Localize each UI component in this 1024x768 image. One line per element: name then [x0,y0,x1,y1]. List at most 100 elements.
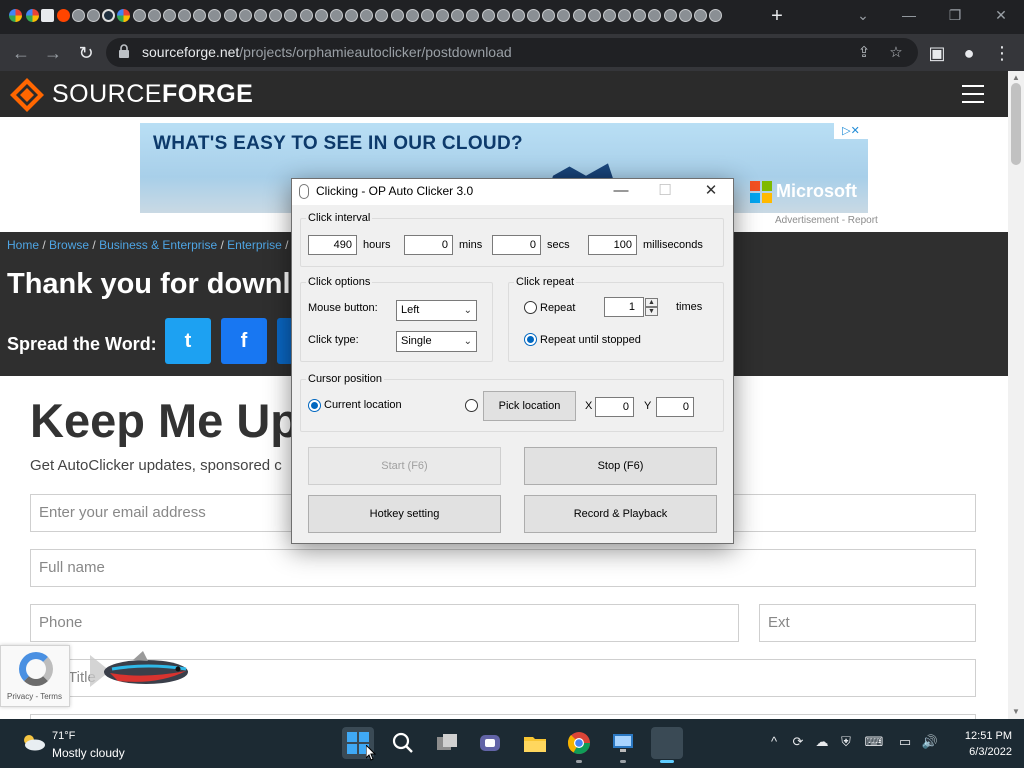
tab-reddit-icon[interactable] [57,9,70,22]
tab-page-icon[interactable] [178,9,191,22]
close-window-button[interactable]: ✕ [986,4,1016,26]
tab-page-icon[interactable] [527,9,540,22]
tab-page-icon[interactable] [603,9,616,22]
system-clock[interactable]: 12:51 PM 6/3/2022 [944,728,1012,760]
tab-search-icon[interactable]: ⌄ [848,4,878,26]
tab-page-icon[interactable] [330,9,343,22]
dialog-close-button[interactable]: ✕ [688,179,734,205]
breadcrumb-home[interactable]: Home [7,238,39,252]
weather-description[interactable]: Mostly cloudy [52,746,125,760]
remote-desktop-icon[interactable] [607,727,639,763]
x-coordinate-input[interactable]: 0 [595,397,634,417]
chrome-icon[interactable] [563,727,595,763]
ad-note[interactable]: Advertisement - Report [775,215,878,226]
tab-page-icon[interactable] [618,9,631,22]
bookmark-star-icon[interactable]: ☆ [886,43,906,63]
new-tab-button[interactable]: + [766,5,788,27]
tab-page-icon[interactable] [345,9,358,22]
show-hidden-icons-chevron-icon[interactable]: ^ [764,734,784,749]
sourceforge-logo-icon[interactable] [9,77,45,113]
tab-page-icon[interactable] [163,9,176,22]
tab-page-icon[interactable] [254,9,267,22]
record-playback-button[interactable]: Record & Playback [524,495,717,533]
tab-page-icon[interactable] [148,9,161,22]
y-coordinate-input[interactable]: 0 [656,397,694,417]
maximize-button[interactable]: ❐ [940,4,970,26]
file-explorer-icon[interactable] [519,727,551,759]
twitter-share-button[interactable]: t [165,318,211,364]
hamburger-menu-icon[interactable] [962,85,984,103]
cloud-offline-icon[interactable]: ☁ [812,734,832,750]
share-icon[interactable]: ⇪ [854,43,874,63]
tab-google-icon[interactable] [26,9,39,22]
tab-page-icon[interactable] [664,9,677,22]
tab-google-icon[interactable] [9,9,22,22]
hours-input[interactable]: 490 [308,235,357,255]
minimize-button[interactable]: — [894,4,924,26]
tab-page-icon[interactable] [87,9,100,22]
defender-shield-icon[interactable]: ⛨ [836,734,856,750]
auto-clicker-taskbar-icon[interactable] [651,727,683,763]
volume-icon[interactable]: 🔊 [920,734,940,750]
tab-page-icon[interactable] [208,9,221,22]
ext-field[interactable]: Ext [759,604,976,642]
search-icon[interactable] [387,727,419,759]
stop-button[interactable]: Stop (F6) [524,447,717,485]
tab-v-icon[interactable] [41,9,54,22]
side-panel-icon[interactable]: ▣ [924,40,950,66]
tab-page-icon[interactable] [133,9,146,22]
tab-page-icon[interactable] [588,9,601,22]
breadcrumb-browse[interactable]: Browse [49,238,89,252]
tab-page-icon[interactable] [709,9,722,22]
forward-icon[interactable]: → [40,40,66,66]
scrollbar-thumb[interactable] [1011,83,1021,165]
tab-page-icon[interactable] [300,9,313,22]
tab-page-icon[interactable] [315,9,328,22]
repeat-radio[interactable] [524,301,537,314]
menu-kebab-icon[interactable]: ⋮ [989,40,1015,66]
task-view-icon[interactable] [431,727,463,759]
milliseconds-input[interactable]: 100 [588,235,637,255]
breadcrumb-business[interactable]: Business & Enterprise [99,238,217,252]
recaptcha-badge[interactable]: Privacy - Terms [0,645,70,707]
tab-page-icon[interactable] [542,9,555,22]
site-logo-text[interactable]: SOURCEFORGE [52,80,253,109]
current-location-radio[interactable] [308,399,321,412]
address-bar[interactable]: sourceforge.net/projects/orphamieautocli… [106,38,918,67]
mins-input[interactable]: 0 [404,235,453,255]
reload-icon[interactable]: ↻ [73,40,99,66]
tab-page-icon[interactable] [497,9,510,22]
tab-page-icon[interactable] [694,9,707,22]
tab-page-icon[interactable] [224,9,237,22]
tab-page-icon[interactable] [360,9,373,22]
tab-page-icon[interactable] [482,9,495,22]
click-type-select[interactable]: Single ⌄ [396,331,477,352]
url-text[interactable]: sourceforge.net/projects/orphamieautocli… [142,44,512,60]
tab-page-icon[interactable] [436,9,449,22]
tab-page-icon[interactable] [573,9,586,22]
network-icon[interactable]: ▭ [895,734,915,750]
tab-google-icon[interactable] [117,9,130,22]
tab-page-icon[interactable] [679,9,692,22]
weather-cloud-icon[interactable] [20,733,46,751]
spin-down-icon[interactable]: ▼ [645,307,658,316]
dialog-minimize-button[interactable]: — [598,179,644,205]
lock-icon[interactable] [118,44,132,60]
secs-input[interactable]: 0 [492,235,541,255]
tab-page-icon[interactable] [269,9,282,22]
tab-page-icon[interactable] [72,9,85,22]
phone-field[interactable]: Phone [30,604,739,642]
tab-sourceforge-icon[interactable] [102,9,115,22]
tab-page-icon[interactable] [421,9,434,22]
tab-page-icon[interactable] [512,9,525,22]
tab-page-icon[interactable] [557,9,570,22]
ad-choices-icon[interactable]: ▷✕ [834,123,868,139]
hotkey-setting-button[interactable]: Hotkey setting [308,495,501,533]
recaptcha-terms[interactable]: Privacy - Terms [7,692,62,701]
back-icon[interactable]: ← [8,40,34,66]
facebook-share-button[interactable]: f [221,318,267,364]
weather-temperature[interactable]: 71°F [52,730,75,742]
full-name-field[interactable]: Full name [30,549,976,587]
tab-page-icon[interactable] [451,9,464,22]
keyboard-icon[interactable]: ⌨ [864,734,884,750]
